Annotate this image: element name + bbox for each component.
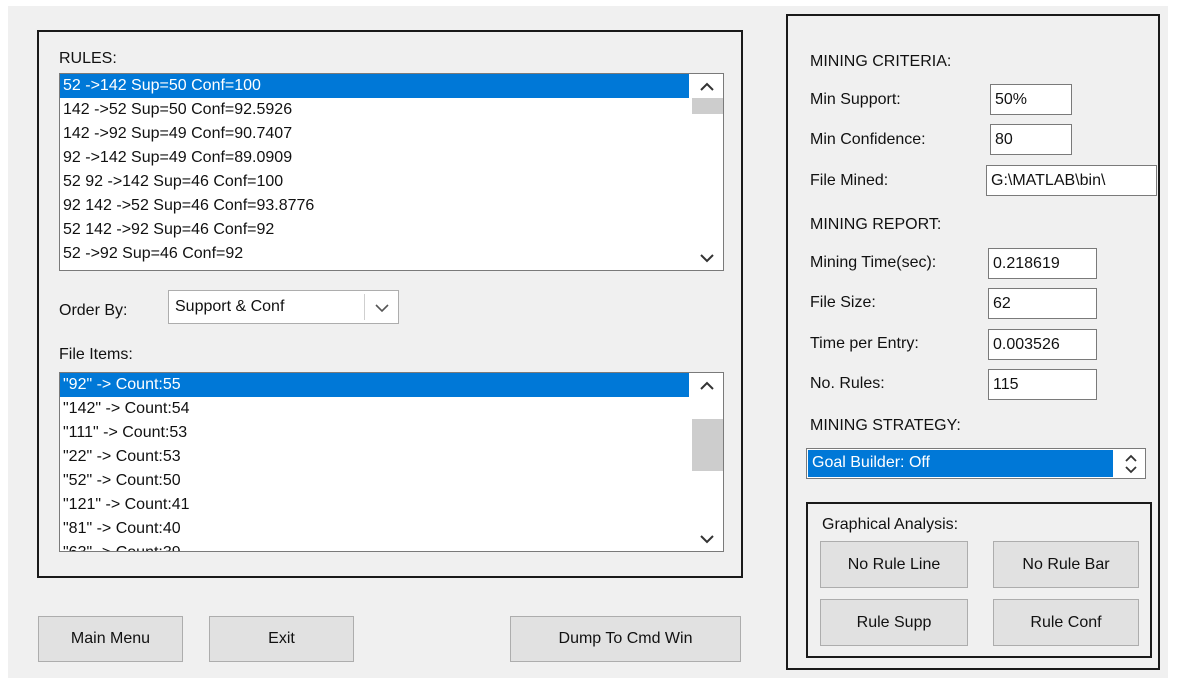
mining-criteria-title: MINING CRITERIA: bbox=[810, 53, 952, 70]
time-per-entry-label: Time per Entry: bbox=[810, 335, 919, 352]
file-items-listbox[interactable]: "92" -> Count:55 "142" -> Count:54 "111" -… bbox=[59, 372, 724, 552]
rule-list-item[interactable]: 52 ->92 Sup=46 Conf=92 bbox=[60, 242, 689, 266]
mining-strategy-title: MINING STRATEGY: bbox=[810, 417, 961, 434]
file-item-list-item[interactable]: "111" -> Count:53 bbox=[60, 421, 689, 445]
file-mined-label: File Mined: bbox=[810, 172, 889, 189]
scroll-down-icon[interactable] bbox=[690, 527, 723, 551]
rule-list-item[interactable]: 52 ->142 Sup=50 Conf=100 bbox=[60, 74, 689, 98]
rule-list-item[interactable]: 92 142 ->52 Sup=46 Conf=93.8776 bbox=[60, 194, 689, 218]
scroll-thumb[interactable] bbox=[692, 98, 723, 114]
rule-supp-button[interactable]: Rule Supp bbox=[820, 599, 968, 646]
rule-list-item[interactable]: 142 ->92 Sup=49 Conf=90.7407 bbox=[60, 122, 689, 146]
min-confidence-field[interactable]: 80 bbox=[990, 124, 1072, 155]
order-by-dropdown[interactable]: Support & Conf bbox=[168, 290, 399, 324]
rule-list-item[interactable]: 142 ->52 Sup=50 Conf=92.5926 bbox=[60, 98, 689, 122]
file-item-list-item[interactable]: "81" -> Count:40 bbox=[60, 517, 689, 541]
main-menu-button[interactable]: Main Menu bbox=[38, 616, 183, 662]
mining-report-title: MINING REPORT: bbox=[810, 216, 942, 233]
no-rules-label: No. Rules: bbox=[810, 375, 885, 392]
rule-conf-button[interactable]: Rule Conf bbox=[993, 599, 1139, 646]
min-support-label: Min Support: bbox=[810, 91, 901, 108]
file-items-rows: "92" -> Count:55 "142" -> Count:54 "111" -… bbox=[60, 373, 689, 551]
order-by-value: Support & Conf bbox=[175, 298, 285, 315]
rules-title: RULES: bbox=[59, 50, 117, 67]
chevron-down-icon bbox=[374, 303, 390, 313]
mining-time-field[interactable]: 0.218619 bbox=[988, 248, 1097, 279]
graphical-analysis-title: Graphical Analysis: bbox=[822, 516, 959, 533]
file-items-title: File Items: bbox=[59, 346, 133, 363]
order-by-label: Order By: bbox=[59, 302, 128, 319]
exit-button[interactable]: Exit bbox=[209, 616, 354, 662]
file-item-list-item[interactable]: "92" -> Count:55 bbox=[60, 373, 689, 397]
min-confidence-label: Min Confidence: bbox=[810, 131, 926, 148]
scroll-up-icon[interactable] bbox=[690, 373, 723, 397]
no-rules-field[interactable]: 115 bbox=[988, 369, 1097, 400]
rules-rows: 52 ->142 Sup=50 Conf=100 142 ->52 Sup=50 … bbox=[60, 74, 689, 270]
figure-window: RULES: 52 ->142 Sup=50 Conf=100 142 ->52 … bbox=[8, 6, 1168, 678]
file-items-scrollbar[interactable] bbox=[690, 373, 723, 551]
mining-time-label: Mining Time(sec): bbox=[810, 254, 937, 271]
file-item-list-item[interactable]: "121" -> Count:41 bbox=[60, 493, 689, 517]
rules-scrollbar[interactable] bbox=[690, 74, 723, 270]
rule-list-item[interactable]: 52 142 ->92 Sup=46 Conf=92 bbox=[60, 218, 689, 242]
min-support-field[interactable]: 50% bbox=[990, 84, 1072, 115]
mining-panel: MINING CRITERIA: Min Support: 50% Min Co… bbox=[786, 14, 1160, 670]
file-item-list-item[interactable]: "22" -> Count:53 bbox=[60, 445, 689, 469]
rule-list-item[interactable]: 52 92 ->142 Sup=46 Conf=100 bbox=[60, 170, 689, 194]
scroll-up-icon[interactable] bbox=[690, 74, 723, 98]
file-size-label: File Size: bbox=[810, 294, 876, 311]
file-item-list-item[interactable]: "63" -> Count:39 bbox=[60, 541, 689, 551]
file-item-list-item[interactable]: "52" -> Count:50 bbox=[60, 469, 689, 493]
spinner-icon[interactable] bbox=[1121, 452, 1141, 476]
file-size-field[interactable]: 62 bbox=[988, 288, 1097, 319]
file-item-list-item[interactable]: "142" -> Count:54 bbox=[60, 397, 689, 421]
scroll-thumb[interactable] bbox=[692, 419, 723, 471]
scroll-down-icon[interactable] bbox=[690, 246, 723, 270]
mining-strategy-value: Goal Builder: Off bbox=[812, 454, 930, 471]
no-rule-line-button[interactable]: No Rule Line bbox=[820, 541, 968, 588]
mining-strategy-listbox[interactable]: Goal Builder: Off bbox=[806, 448, 1146, 479]
dropdown-separator bbox=[364, 294, 365, 320]
time-per-entry-field[interactable]: 0.003526 bbox=[988, 329, 1097, 360]
no-rule-bar-button[interactable]: No Rule Bar bbox=[993, 541, 1139, 588]
rules-panel: RULES: 52 ->142 Sup=50 Conf=100 142 ->52 … bbox=[37, 30, 743, 578]
file-mined-field[interactable]: G:\MATLAB\bin\ bbox=[986, 165, 1157, 196]
mining-strategy-selected[interactable]: Goal Builder: Off bbox=[808, 450, 1113, 477]
rules-listbox[interactable]: 52 ->142 Sup=50 Conf=100 142 ->52 Sup=50 … bbox=[59, 73, 724, 271]
rule-list-item[interactable]: 92 ->142 Sup=49 Conf=89.0909 bbox=[60, 146, 689, 170]
dump-to-cmd-win-button[interactable]: Dump To Cmd Win bbox=[510, 616, 741, 662]
graphical-analysis-panel: Graphical Analysis: No Rule Line No Rule… bbox=[806, 502, 1152, 658]
